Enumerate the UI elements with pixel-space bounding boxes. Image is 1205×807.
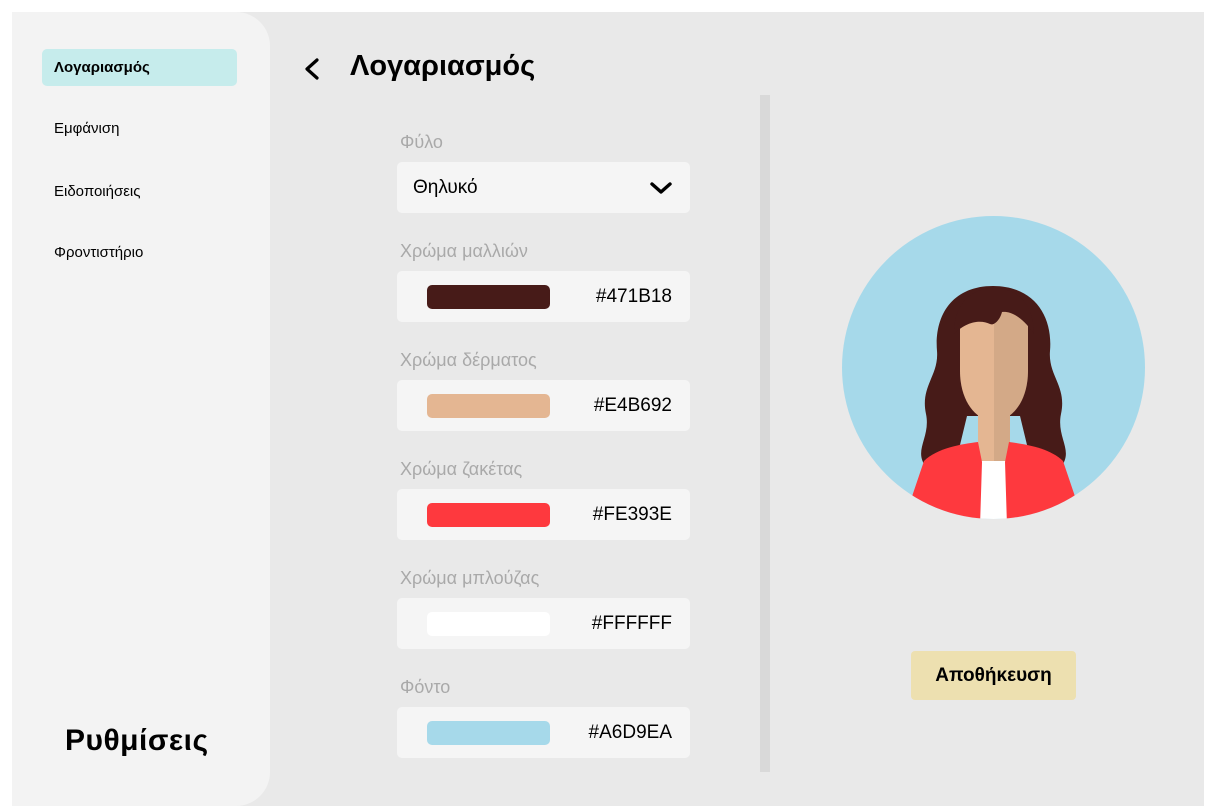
shirt-color-field[interactable]: #FFFFFF: [397, 598, 690, 649]
gender-label: Φύλο: [400, 132, 443, 152]
shirt-color-swatch[interactable]: [427, 612, 550, 636]
sidebar-item-account[interactable]: Λογαριασμός: [42, 49, 237, 86]
shirt-color-hex: #FFFFFF: [591, 613, 672, 634]
sidebar-title: Ρυθμίσεις: [65, 724, 209, 757]
skin-color-field[interactable]: #E4B692: [397, 380, 690, 431]
page-title: Λογαριασμός: [350, 50, 536, 82]
avatar-preview: [842, 216, 1145, 519]
background-color-hex: #A6D9EA: [588, 722, 672, 743]
skin-color-label: Χρώμα δέρματος: [400, 350, 537, 370]
chevron-down-icon: [650, 182, 672, 194]
gender-select-value: Θηλυκό: [413, 177, 478, 198]
hair-color-swatch[interactable]: [427, 285, 550, 309]
hair-color-label: Χρώμα μαλλιών: [400, 241, 528, 261]
shirt-color-label: Χρώμα μπλούζας: [400, 568, 540, 588]
jacket-color-swatch[interactable]: [427, 503, 550, 527]
sidebar-item-notifications[interactable]: Ειδοποιήσεις: [42, 173, 237, 210]
sidebar-item-appearance[interactable]: Εμφάνιση: [42, 110, 237, 147]
skin-color-swatch[interactable]: [427, 394, 550, 418]
background-color-label: Φόντο: [400, 677, 451, 697]
save-button[interactable]: Αποθήκευση: [911, 651, 1076, 700]
gender-select[interactable]: Θηλυκό: [397, 162, 690, 213]
hair-color-hex: #471B18: [595, 286, 672, 307]
sidebar-item-tutorial[interactable]: Φροντιστήριο: [42, 234, 237, 271]
jacket-color-hex: #FE393E: [592, 504, 672, 525]
skin-color-hex: #E4B692: [593, 395, 672, 416]
background-color-field[interactable]: #A6D9EA: [397, 707, 690, 758]
jacket-color-label: Χρώμα ζακέτας: [400, 459, 523, 479]
chevron-left-icon: [305, 58, 319, 80]
panel-divider: [760, 95, 770, 772]
background-color-swatch[interactable]: [427, 721, 550, 745]
back-button[interactable]: [298, 54, 326, 84]
hair-color-field[interactable]: #471B18: [397, 271, 690, 322]
jacket-color-field[interactable]: #FE393E: [397, 489, 690, 540]
